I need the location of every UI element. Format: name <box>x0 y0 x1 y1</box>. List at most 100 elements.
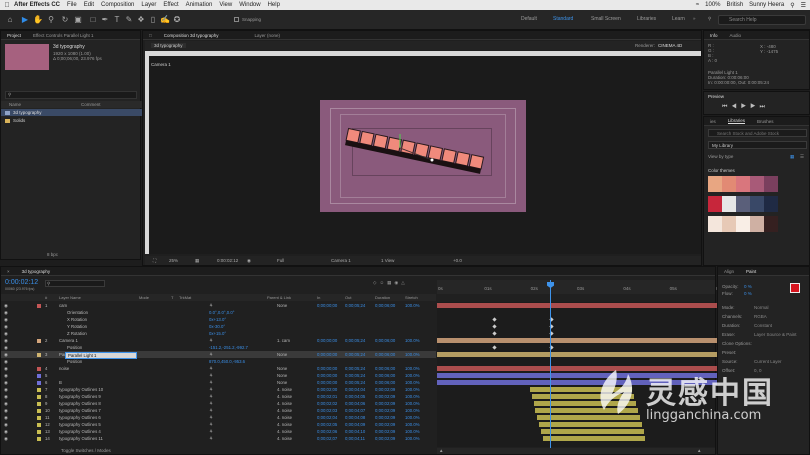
list-view-icon[interactable]: ☰ <box>800 154 804 160</box>
property-row[interactable]: ◉ Z Rotation 0x+15.0° <box>1 330 436 337</box>
menu-edit[interactable]: Edit <box>84 2 94 8</box>
zoom-in-icon[interactable]: ▲ <box>697 448 701 453</box>
tab-effect-controls[interactable]: Effect Controls Parallel Light 1 <box>33 33 93 38</box>
table-row[interactable]: ◉ 12 typography Outlines 5 ⚘ 4. noise 0;00;02… <box>1 421 436 428</box>
workspace-libraries[interactable]: Libraries <box>637 16 656 22</box>
layer-bar[interactable] <box>437 303 717 308</box>
visibility-eye-icon[interactable]: ◉ <box>4 421 8 428</box>
visibility-eye-icon[interactable]: ◉ <box>4 323 8 330</box>
property-value[interactable]: 870.0,450.0,-953.6 <box>209 358 245 365</box>
property-row[interactable]: ◉ Position 870.0,450.0,-953.6 <box>1 358 436 365</box>
grid-icon[interactable]: ▦ <box>195 258 199 264</box>
play-icon[interactable]: ▶ <box>741 104 750 110</box>
table-row[interactable]: ◉ 2 Camera 1 ⚘ 1. cam 0;00;00;00 0;00;05;24 0;0… <box>1 337 436 344</box>
table-row[interactable]: ◉ 8 typography Outlines 9 ⚘ 4. noise 0;00;02;… <box>1 393 436 400</box>
keyframe-icon[interactable] <box>492 324 497 329</box>
col-stretch[interactable]: Stretch <box>405 294 418 301</box>
col-name[interactable]: Name <box>9 102 21 107</box>
user-name[interactable]: Sunny Heera <box>749 2 784 8</box>
workspace-standard[interactable]: Standard <box>553 16 573 22</box>
parent-dropdown[interactable]: None <box>277 372 287 379</box>
resolution-dropdown[interactable]: Full <box>277 258 284 263</box>
in-point[interactable]: 0;00;02;05 <box>317 421 337 428</box>
out-point[interactable]: 0;00;04;09 <box>345 421 365 428</box>
layer-bar[interactable] <box>437 352 717 357</box>
visibility-eye-icon[interactable]: ◉ <box>4 302 8 309</box>
layer-name[interactable]: cam <box>59 302 67 309</box>
switch-icon[interactable]: ⚘ <box>209 393 213 400</box>
label-color-swatch[interactable] <box>37 380 41 385</box>
magnify-icon[interactable]: ⛶ <box>153 258 156 263</box>
layer-name[interactable]: Y Rotation <box>67 323 87 330</box>
home-icon[interactable]: ⌂ <box>5 14 15 25</box>
col-t[interactable]: T <box>171 294 173 301</box>
label-color-swatch[interactable] <box>37 366 41 371</box>
tab-align[interactable]: Align <box>724 269 734 274</box>
out-point[interactable]: 0;00;05;24 <box>345 379 365 386</box>
zoom-out-icon[interactable]: ▲ <box>439 448 443 453</box>
layer-bar[interactable] <box>543 436 646 441</box>
table-row[interactable]: ◉ 5 ⚘ None 0;00;00;00 0;00;05;24 0;00;06;00 100… <box>1 372 436 379</box>
visibility-eye-icon[interactable]: ◉ <box>4 372 8 379</box>
menu-file[interactable]: File <box>67 2 77 8</box>
property-value[interactable]: -151.2,-251.2,-992.7 <box>209 344 248 351</box>
section-color-themes[interactable]: Color themes <box>708 168 735 173</box>
paint-option-value[interactable]: Normal <box>754 305 769 310</box>
timeline-zoom-bar[interactable]: ▲ ▲ <box>437 448 715 454</box>
property-row[interactable]: ◉ X Rotation 0x+13.0° <box>1 316 436 323</box>
out-point[interactable]: 0;00;05;24 <box>345 372 365 379</box>
stretch[interactable]: 100.0% <box>405 302 420 309</box>
paint-option-value[interactable]: Layer Source & Paint <box>754 332 797 337</box>
duration[interactable]: 0;00;06;00 <box>375 302 395 309</box>
toggle-modes-button[interactable]: Toggle Switches / Modes <box>61 448 111 453</box>
parent-dropdown[interactable]: 4. noise <box>277 386 292 393</box>
col-parent[interactable]: Parent & Link <box>267 294 291 301</box>
paint-option-value[interactable]: RGBA <box>754 314 767 319</box>
table-row[interactable]: ◉ 7 typography Outlines 10 ⚘ 4. noise 0;00;02… <box>1 386 436 393</box>
label-color-swatch[interactable] <box>37 338 41 343</box>
parent-dropdown[interactable]: None <box>277 351 287 358</box>
grid-view-icon[interactable]: ▦ <box>790 154 794 160</box>
in-point[interactable]: 0;00;00;00 <box>317 365 337 372</box>
parent-dropdown[interactable]: 4. noise <box>277 428 292 435</box>
label-color-swatch[interactable] <box>37 387 41 392</box>
switch-icon[interactable]: ⚘ <box>209 372 213 379</box>
in-point[interactable]: 0;00;02;04 <box>317 414 337 421</box>
switch-icon[interactable]: ⚘ <box>209 302 213 309</box>
label-color-swatch[interactable] <box>37 429 41 434</box>
apple-icon[interactable]:  <box>0 2 14 9</box>
switch-icon[interactable]: ⚘ <box>209 435 213 442</box>
layer-name[interactable]: typography Outlines 9 <box>59 393 101 400</box>
out-point[interactable]: 0;00;05;24 <box>345 337 365 344</box>
menu-layer[interactable]: Layer <box>141 2 156 8</box>
battery-label[interactable]: 100% <box>705 2 720 8</box>
puppet-tool-icon[interactable]: ✪ <box>172 14 182 25</box>
tab-layer[interactable]: Layer (none) <box>255 33 281 38</box>
search-help-input[interactable]: Search Help <box>718 15 806 25</box>
timeline-search-input[interactable]: ⚲ <box>45 280 105 287</box>
col-comment[interactable]: Comment <box>81 102 101 107</box>
tab-project[interactable]: Project <box>7 33 21 38</box>
notification-icon[interactable]: ☰ <box>801 2 806 9</box>
property-value[interactable]: 0x+13.0° <box>209 316 226 323</box>
workspace-default[interactable]: Default <box>521 16 537 22</box>
paint-option-value[interactable]: Constant <box>754 323 772 328</box>
stretch[interactable]: 100.0% <box>405 351 420 358</box>
flow-value[interactable]: 0 % <box>744 291 752 296</box>
parent-dropdown[interactable]: None <box>277 365 287 372</box>
stretch[interactable]: 100.0% <box>405 372 420 379</box>
out-point[interactable]: 0;00;04;05 <box>345 393 365 400</box>
comp-subtab[interactable]: 3d typography <box>151 43 186 48</box>
switch-icon[interactable]: ⚘ <box>209 400 213 407</box>
stretch[interactable]: 100.0% <box>405 386 420 393</box>
parent-dropdown[interactable]: 4. noise <box>277 414 292 421</box>
out-point[interactable]: 0;00;04;04 <box>345 386 365 393</box>
rectangle-tool-icon[interactable]: □ <box>88 14 98 25</box>
stretch[interactable]: 100.0% <box>405 400 420 407</box>
col-duration[interactable]: Duration <box>375 294 390 301</box>
label-color-swatch[interactable] <box>37 352 41 357</box>
in-point[interactable]: 0;00;00;00 <box>317 302 337 309</box>
out-point[interactable]: 0;00;04;10 <box>345 428 365 435</box>
stretch[interactable]: 100.0% <box>405 365 420 372</box>
switch-icon[interactable]: ⚘ <box>209 407 213 414</box>
